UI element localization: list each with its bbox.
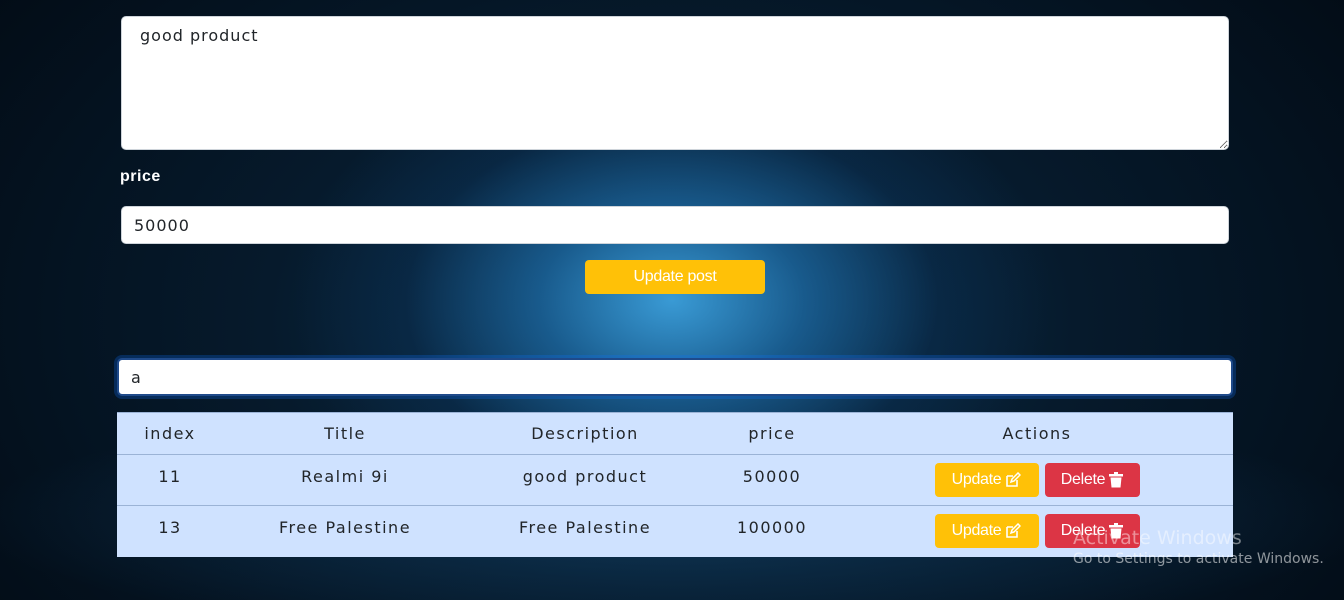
update-label: Update <box>951 471 1002 488</box>
header-index: index <box>117 412 223 455</box>
search-input[interactable] <box>117 358 1233 396</box>
header-price: price <box>703 412 841 455</box>
update-row-button[interactable]: Update <box>934 514 1039 548</box>
table-header-row: index Title Description price Actions <box>117 412 1233 455</box>
table-row: 11 Realmi 9i good product 50000 Update D… <box>117 454 1233 506</box>
cell-index: 11 <box>117 454 223 506</box>
watermark-subtitle: Go to Settings to activate Windows. <box>1073 551 1324 567</box>
cell-price: 100000 <box>703 505 841 557</box>
description-textarea[interactable]: good product <box>121 16 1229 150</box>
delete-label: Delete <box>1060 471 1106 488</box>
header-description: Description <box>467 412 703 455</box>
header-title: Title <box>223 412 467 455</box>
activate-windows-watermark: Activate Windows Go to Settings to activ… <box>1073 527 1324 567</box>
cell-index: 13 <box>117 505 223 557</box>
watermark-title: Activate Windows <box>1073 527 1242 549</box>
update-label: Update <box>951 522 1002 539</box>
posts-table: index Title Description price Actions 11… <box>117 412 1233 557</box>
update-row-button[interactable]: Update <box>934 463 1039 497</box>
cell-title: Realmi 9i <box>223 454 467 506</box>
cell-description: good product <box>467 454 703 506</box>
header-actions: Actions <box>841 412 1233 455</box>
delete-row-button[interactable]: Delete <box>1044 463 1140 497</box>
cell-title: Free Palestine <box>223 505 467 557</box>
table-row: 13 Free Palestine Free Palestine 100000 … <box>117 505 1233 557</box>
update-post-button[interactable]: Update post <box>585 260 765 294</box>
trash-icon <box>1109 472 1124 488</box>
cell-price: 50000 <box>703 454 841 506</box>
cell-description: Free Palestine <box>467 505 703 557</box>
price-label: price <box>120 168 161 185</box>
cell-actions: Update Delete <box>841 454 1233 506</box>
edit-icon <box>1005 472 1022 488</box>
price-input[interactable] <box>121 206 1229 244</box>
edit-icon <box>1005 523 1022 539</box>
